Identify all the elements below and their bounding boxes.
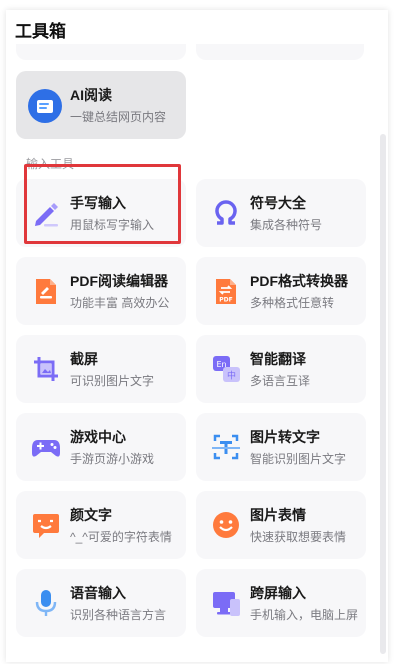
- tool-desc: 识别各种语言方言: [70, 608, 167, 622]
- tool-name: 符号大全: [250, 195, 306, 211]
- tool-desc: 多种格式任意转: [250, 296, 335, 310]
- tool-name: PDF格式转换器: [250, 273, 348, 289]
- ai-reading-icon: [28, 89, 62, 123]
- selection-highlight: [24, 164, 181, 244]
- tool-card-pdf-converter[interactable]: PDF PDF格式转换器 多种格式任意转: [196, 257, 366, 325]
- tool-name: 跨屏输入: [250, 585, 306, 601]
- tool-card-game-center[interactable]: 游戏中心 手游页游小游戏: [16, 413, 186, 481]
- microphone-icon: [30, 587, 62, 619]
- tool-desc: 快速获取想要表情: [250, 530, 347, 544]
- tool-card-symbols[interactable]: 符号大全 集成各种符号: [196, 179, 366, 247]
- toolbox-panel: 工具箱 AI阅读 一键总结网页内容 输入工具 手写输入 用鼠标写字输入 符号大全…: [6, 10, 388, 662]
- tool-card-screenshot[interactable]: 截屏 可识别图片文字: [16, 335, 186, 403]
- tool-name: 图片转文字: [250, 429, 320, 445]
- omega-icon: [210, 197, 242, 229]
- pdf-edit-icon: [30, 275, 62, 307]
- ai-reading-name: AI阅读: [70, 87, 112, 103]
- tool-card-pdf-reader[interactable]: PDF阅读编辑器 功能丰富 高效办公: [16, 257, 186, 325]
- tool-card-voice-input[interactable]: 语音输入 识别各种语言方言: [16, 569, 186, 637]
- tool-card-image-emoji[interactable]: 图片表情 快速获取想要表情: [196, 491, 366, 559]
- image-to-text-icon: [210, 431, 242, 463]
- cross-screen-icon: [210, 587, 242, 619]
- tool-card-image-to-text[interactable]: 图片转文字 智能识别图片文字: [196, 413, 366, 481]
- partial-card-top-right[interactable]: [196, 44, 364, 60]
- translate-icon: En 中: [210, 353, 242, 385]
- tool-name: 语音输入: [70, 585, 126, 601]
- tool-desc: 集成各种符号: [250, 218, 323, 232]
- svg-text:PDF: PDF: [219, 297, 232, 304]
- tool-name: 图片表情: [250, 507, 306, 523]
- tool-card-translate[interactable]: En 中 智能翻译 多语言互译: [196, 335, 366, 403]
- screenshot-icon: [30, 353, 62, 385]
- tool-name: 智能翻译: [250, 351, 306, 367]
- page-title: 工具箱: [15, 22, 66, 41]
- tool-name: 截屏: [70, 351, 98, 367]
- partial-card-top-left[interactable]: [16, 44, 186, 60]
- tool-desc: 手游页游小游戏: [70, 452, 155, 466]
- tool-desc: 可识别图片文字: [70, 374, 155, 388]
- tool-desc: 功能丰富 高效办公: [70, 296, 170, 310]
- pdf-convert-icon: PDF: [210, 275, 242, 307]
- tool-card-kaomoji[interactable]: 颜文字 ^_^可爱的字符表情: [16, 491, 186, 559]
- tool-desc: ^_^可爱的字符表情: [70, 530, 172, 544]
- ai-reading-desc: 一键总结网页内容: [70, 110, 167, 124]
- tool-desc: 智能识别图片文字: [250, 452, 347, 466]
- ai-reading-card[interactable]: AI阅读 一键总结网页内容: [16, 71, 186, 139]
- tool-card-cross-screen[interactable]: 跨屏输入 手机输入，电脑上屏: [196, 569, 366, 637]
- scrollbar[interactable]: [380, 134, 386, 654]
- tool-name: PDF阅读编辑器: [70, 273, 168, 289]
- tool-name: 颜文字: [70, 507, 112, 523]
- gamepad-icon: [30, 431, 62, 463]
- tool-desc: 手机输入，电脑上屏: [250, 608, 359, 622]
- tool-desc: 多语言互译: [250, 374, 311, 388]
- smiley-icon: [210, 509, 242, 541]
- svg-text:中: 中: [227, 370, 236, 382]
- tool-name: 游戏中心: [70, 429, 126, 445]
- kaomoji-icon: [30, 509, 62, 541]
